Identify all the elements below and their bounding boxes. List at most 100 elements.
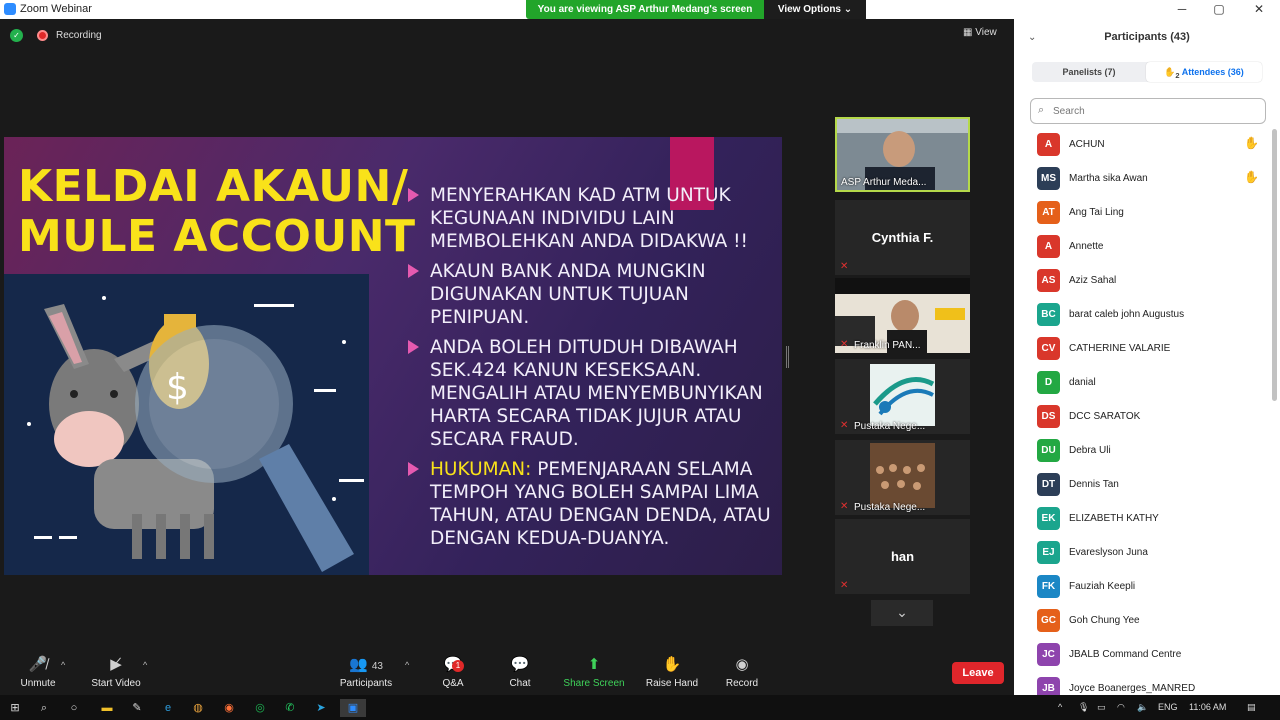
video-tile[interactable]: ✕ Pustaka Nege... [835, 440, 970, 515]
qa-button[interactable]: 💬 1 Q&A [434, 656, 472, 689]
video-options-caret[interactable]: ^ [143, 660, 147, 670]
raised-hand-icon: ✋ [1244, 136, 1259, 150]
video-tile-placeholder-name: Cynthia F. [871, 230, 934, 245]
edge-browser-icon[interactable]: e [159, 699, 177, 717]
wifi-tray-icon[interactable]: ◠ [1117, 702, 1125, 713]
video-tile-name: ASP Arthur Meda... [841, 177, 927, 188]
participant-name: Joyce Boanerges_MANRED [1069, 683, 1196, 694]
bullet-arrow-icon [408, 462, 419, 476]
participants-options-caret[interactable]: ^ [405, 660, 409, 670]
donkey-magnifier-icon: $ [4, 274, 369, 575]
chrome-browser-icon[interactable]: ◍ [189, 699, 207, 717]
participant-name: ELIZABETH KATHY [1069, 513, 1159, 524]
audio-options-caret[interactable]: ^ [61, 660, 65, 670]
telegram-icon[interactable]: ➤ [312, 699, 330, 717]
muted-mic-icon: ✕ [840, 261, 849, 272]
participant-row[interactable]: DT Dennis Tan [1014, 468, 1270, 502]
participant-row[interactable]: AS Aziz Sahal [1014, 264, 1270, 298]
start-video-button[interactable]: ▶̸ Start Video [86, 656, 146, 689]
video-tile[interactable]: ✕ Pustaka Nege... [835, 359, 970, 434]
avatar: AS [1037, 269, 1060, 292]
shared-screen-slide: KELDAI AKAUN/ MULE ACCOUNT $ MENYERAHKAN… [4, 137, 782, 575]
participant-row[interactable]: MS Martha sika Awan ✋ [1014, 162, 1270, 196]
screen-share-banner: You are viewing ASP Arthur Medang's scre… [526, 0, 866, 19]
participant-list-scrollbar[interactable] [1272, 129, 1277, 401]
participant-row[interactable]: EJ Evareslyson Juna [1014, 536, 1270, 570]
notifications-icon[interactable]: ▤ [1247, 702, 1256, 713]
participant-row[interactable]: AT Ang Tai Ling [1014, 196, 1270, 230]
chat-button[interactable]: 💬 Chat [500, 656, 540, 689]
chat-icon: 💬 [510, 656, 530, 673]
firefox-browser-icon[interactable]: ◉ [220, 699, 238, 717]
participant-row[interactable]: A Annette [1014, 230, 1270, 264]
microphone-tray-icon[interactable]: 🎙 [1078, 702, 1089, 713]
battery-tray-icon[interactable]: ▭ [1097, 702, 1106, 713]
close-window-button[interactable]: ✕ [1249, 2, 1269, 17]
tab-attendees[interactable]: ✋2 Attendees (36) [1146, 62, 1262, 82]
whatsapp-icon[interactable]: ✆ [281, 699, 299, 717]
participant-row[interactable]: DS DCC SARATOK [1014, 400, 1270, 434]
avatar: CV [1037, 337, 1060, 360]
gallery-scroll-down-button[interactable]: ⌄ [871, 600, 933, 626]
participant-row[interactable]: A ACHUN ✋ [1014, 128, 1270, 162]
participant-row[interactable]: Ddanial [1014, 366, 1270, 400]
share-screen-icon: ⬆ [587, 656, 601, 673]
participant-search-input[interactable]: ⌕ Search [1030, 98, 1266, 124]
minimize-button[interactable]: ─ [1172, 2, 1192, 17]
avatar: A [1037, 133, 1060, 156]
muted-microphone-icon: 🎤̸ [28, 656, 48, 673]
participant-row[interactable]: FK Fauziah Keepli [1014, 570, 1270, 604]
unmute-button[interactable]: 🎤̸ Unmute [14, 656, 62, 689]
language-indicator[interactable]: ENG [1158, 702, 1178, 712]
zoom-taskbar-icon[interactable]: ▣ [340, 699, 366, 717]
donkey-illustration: $ [4, 274, 369, 575]
encryption-shield-icon[interactable]: ✓ [10, 29, 23, 42]
leave-button[interactable]: Leave [952, 662, 1004, 684]
participant-row[interactable]: DU Debra Uli [1014, 434, 1270, 468]
spotify-icon[interactable]: ◎ [251, 699, 269, 717]
chevron-down-icon: ⌄ [896, 604, 908, 620]
participant-name: Fauziah Keepli [1069, 581, 1136, 592]
task-view-icon[interactable]: ○ [65, 699, 83, 717]
participant-name: Debra Uli [1069, 445, 1111, 456]
participant-row[interactable]: EK ELIZABETH KATHY [1014, 502, 1270, 536]
record-button[interactable]: ◉ Record [718, 656, 766, 689]
participant-row[interactable]: CV CATHERINE VALARIE [1014, 332, 1270, 366]
slide-bullet: MENYERAHKAN KAD ATM UNTUK KEGUNAAN INDIV… [408, 184, 778, 253]
clock[interactable]: 11:06 AM [1189, 702, 1226, 712]
slide-bullet-list: MENYERAHKAN KAD ATM UNTUK KEGUNAAN INDIV… [408, 184, 778, 557]
participant-name: Evareslyson Juna [1069, 547, 1148, 558]
avatar: EK [1037, 507, 1060, 530]
participants-button[interactable]: 👥 43 Participants [335, 656, 397, 689]
share-screen-button[interactable]: ⬆ Share Screen [560, 656, 628, 689]
file-explorer-icon[interactable]: ▬ [98, 699, 116, 717]
participant-row[interactable]: JC JBALB Command Centre [1014, 638, 1270, 672]
video-tile[interactable]: ✕ Franklin PAN... [835, 278, 970, 353]
muted-mic-icon: ✕ [840, 420, 849, 431]
video-tile[interactable]: han ✕ [835, 519, 970, 594]
view-button[interactable]: ▦ View [963, 27, 997, 38]
volume-tray-icon[interactable]: 🔈 [1137, 702, 1148, 713]
bullet-arrow-icon [408, 188, 419, 202]
pen-app-icon[interactable]: ✎ [128, 699, 146, 717]
maximize-button[interactable]: ▢ [1209, 2, 1229, 17]
tray-expand-icon[interactable]: ^ [1058, 702, 1062, 712]
participant-row[interactable]: BC barat caleb john Augustus [1014, 298, 1270, 332]
taskbar-search-icon[interactable]: ⌕ [35, 699, 53, 717]
participant-name: Annette [1069, 241, 1104, 252]
view-options-button[interactable]: View Options ⌄ [764, 0, 866, 19]
participant-name: CATHERINE VALARIE [1069, 343, 1171, 354]
video-tile[interactable]: Cynthia F. ✕ [835, 200, 970, 275]
raise-hand-button[interactable]: ✋ Raise Hand [642, 656, 702, 689]
avatar: JC [1037, 643, 1060, 666]
search-placeholder: Search [1053, 106, 1085, 117]
video-tile-active-speaker[interactable]: ASP Arthur Meda... [835, 117, 970, 192]
participant-row[interactable]: JB Joyce Boanerges_MANRED [1014, 672, 1270, 695]
participant-row[interactable]: GC Goh Chung Yee [1014, 604, 1270, 638]
slide-bullet: AKAUN BANK ANDA MUNGKIN DIGUNAKAN UNTUK … [408, 260, 778, 329]
windows-start-icon[interactable]: ⊞ [6, 699, 24, 717]
avatar: JB [1037, 677, 1060, 695]
split-view-handle[interactable] [786, 346, 789, 368]
video-tile-name: Franklin PAN... [854, 340, 921, 351]
tab-panelists[interactable]: Panelists (7) [1032, 62, 1146, 82]
